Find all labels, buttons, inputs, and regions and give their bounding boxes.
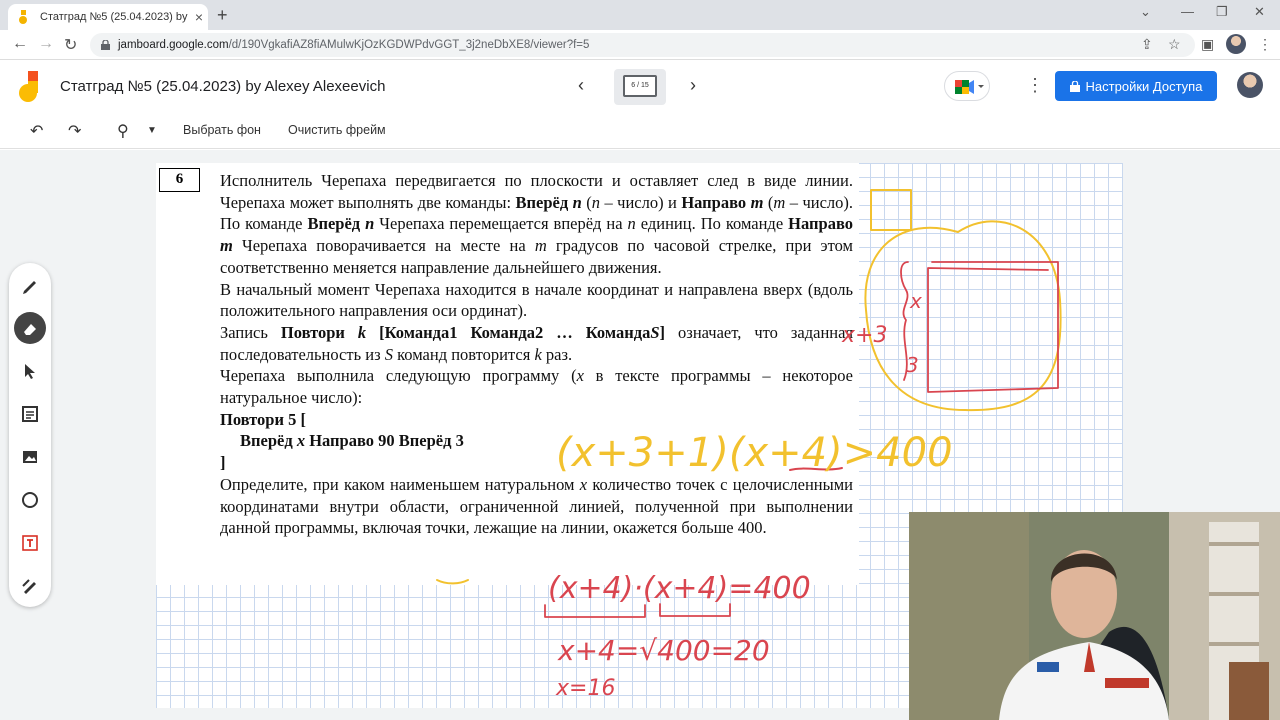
hw-equation-4: x=16 xyxy=(555,676,615,701)
yellow-square-sketch xyxy=(870,189,912,231)
circle-icon xyxy=(22,492,38,508)
hw-side-3: 3 xyxy=(906,353,919,377)
hw-side-x3: x+3 xyxy=(841,323,887,348)
yellow-loop-sketch xyxy=(864,220,1062,412)
webcam-overlay xyxy=(909,512,1280,720)
text-box-icon xyxy=(22,535,38,551)
bracket-left-sketch xyxy=(544,604,646,618)
hw-equation-2: (x+4)·(x+4)=400 xyxy=(548,571,811,606)
presenter-video xyxy=(909,512,1280,720)
hw-equation-3: x+4=√400=20 xyxy=(557,634,770,667)
hw-equation-1: (x+3+1)(x+4)>400 xyxy=(556,430,953,476)
eraser-icon xyxy=(24,324,36,335)
yellow-underline xyxy=(436,579,469,585)
laser-tool[interactable] xyxy=(9,568,51,604)
sticky-note-tool[interactable] xyxy=(9,396,51,432)
select-tool[interactable] xyxy=(9,353,51,389)
pen-icon xyxy=(23,281,36,294)
text-box-tool[interactable] xyxy=(9,525,51,561)
cursor-arrow-icon xyxy=(25,364,35,379)
image-tool[interactable] xyxy=(9,439,51,475)
pen-tool[interactable] xyxy=(9,267,51,303)
circle-tool[interactable] xyxy=(9,482,51,518)
turtle-path-sketch xyxy=(927,261,1059,393)
image-icon xyxy=(23,451,37,463)
drawing-tools-panel xyxy=(9,263,51,607)
eraser-tool[interactable] xyxy=(9,310,51,346)
hw-side-x: x xyxy=(909,289,922,313)
sticky-note-icon xyxy=(22,406,38,422)
laser-pointer-icon xyxy=(22,579,36,594)
